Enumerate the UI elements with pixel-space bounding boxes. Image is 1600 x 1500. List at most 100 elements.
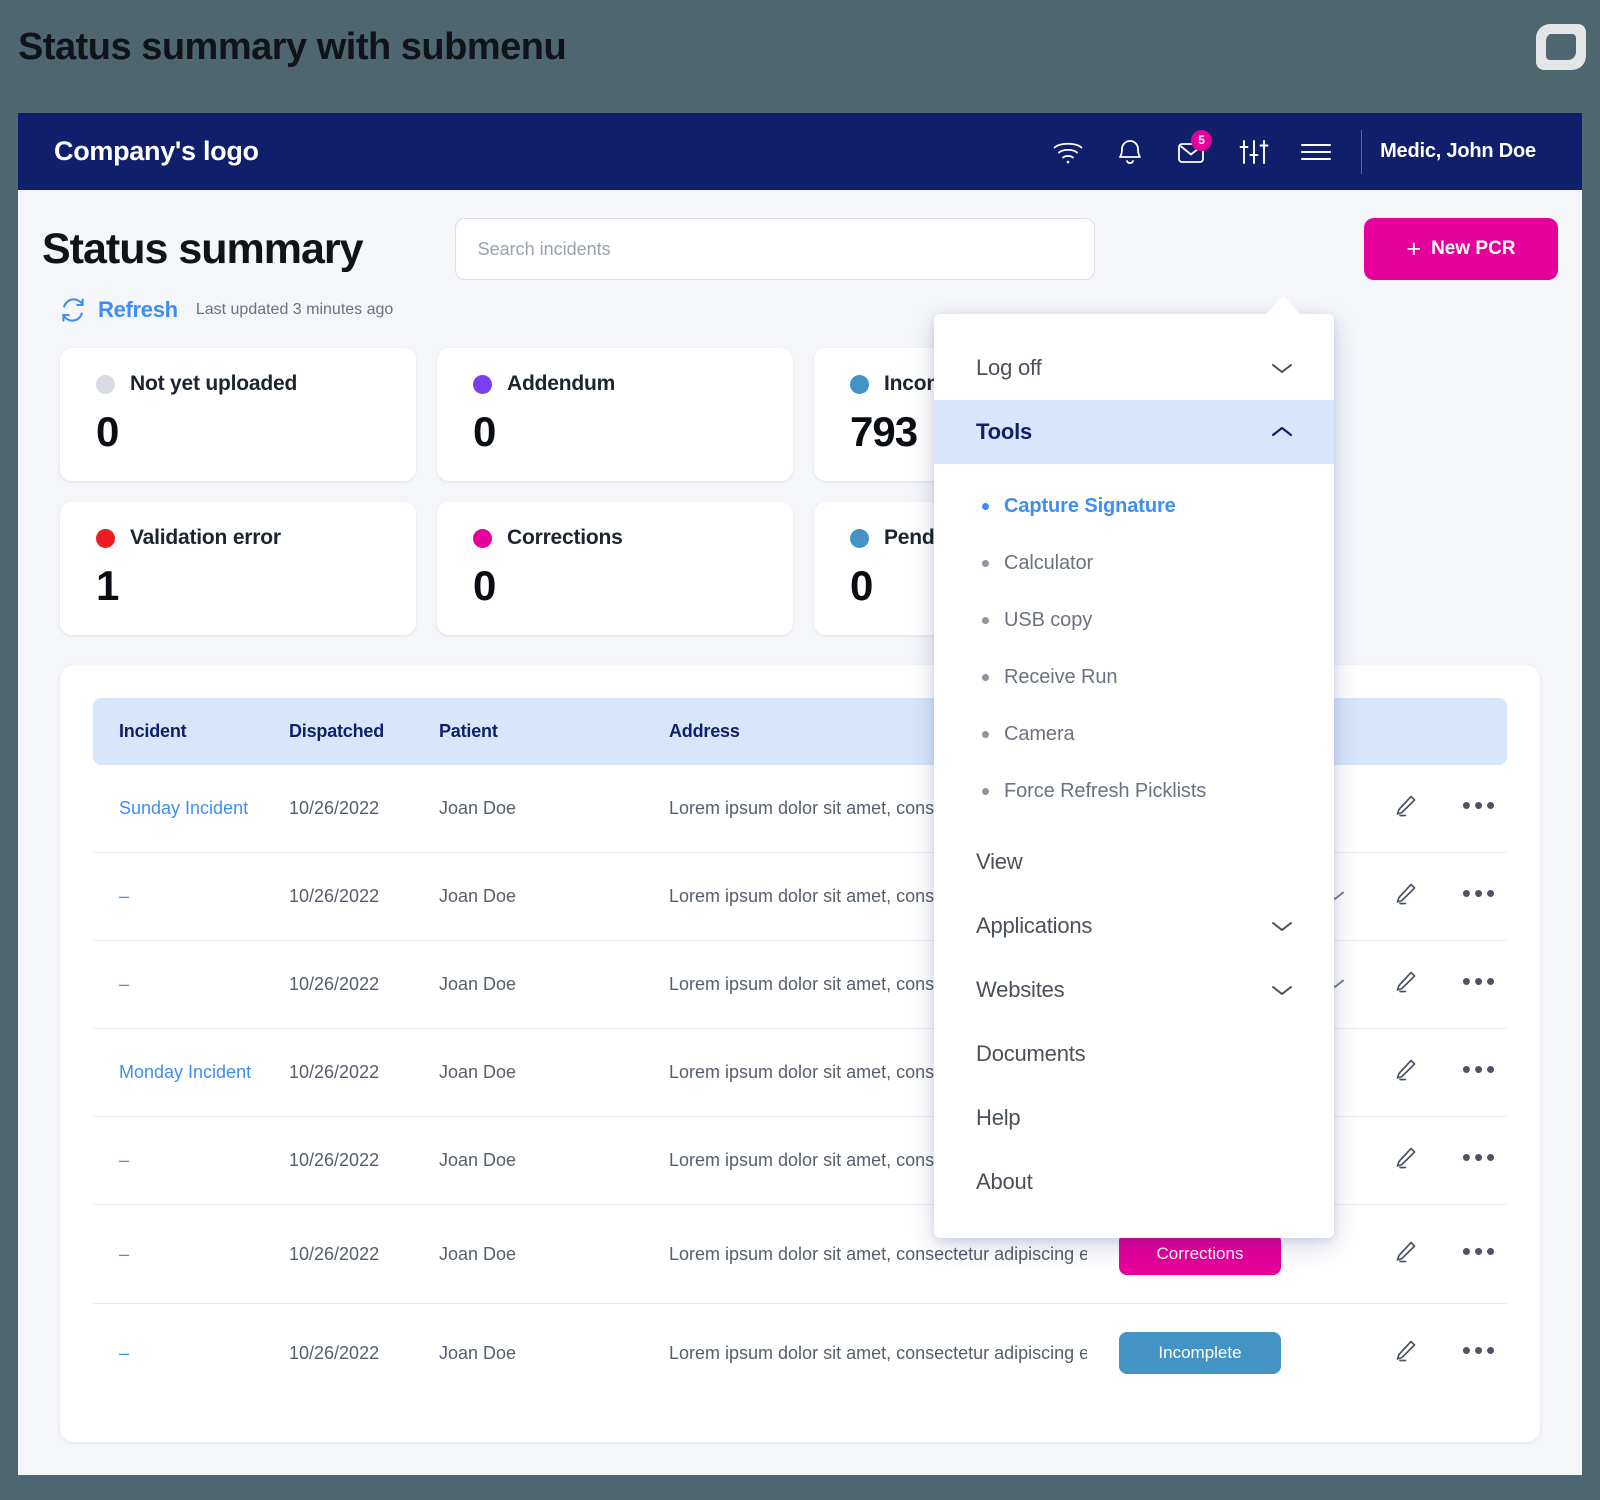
- bell-icon[interactable]: [1099, 129, 1161, 175]
- submenu-item-camera[interactable]: Camera: [934, 706, 1334, 763]
- more-options-icon[interactable]: •••: [1462, 1054, 1498, 1084]
- status-card-label: Addendum: [507, 372, 616, 395]
- mail-icon[interactable]: 5: [1161, 129, 1223, 175]
- chevron-down-icon: [1270, 361, 1294, 375]
- more-options-icon[interactable]: •••: [1462, 878, 1498, 908]
- new-pcr-button[interactable]: + New PCR: [1364, 218, 1558, 280]
- menu-item-label: Websites: [976, 977, 1065, 1002]
- menu-item-documents[interactable]: Documents: [934, 1022, 1334, 1086]
- submenu-item-label: Force Refresh Picklists: [1004, 780, 1207, 802]
- status-card-label: Validation error: [130, 526, 281, 549]
- status-badge[interactable]: Incomplete: [1119, 1332, 1281, 1374]
- cell-edit: [1357, 765, 1427, 853]
- status-dot: [850, 374, 869, 394]
- bullet-icon: [982, 617, 989, 624]
- cell-dispatched: 10/26/2022: [263, 1204, 413, 1304]
- table-row: – 10/26/2022 Joan Doe Lorem ipsum dolor sit…: [93, 1304, 1507, 1403]
- navbar-divider: [1361, 129, 1363, 174]
- refresh-label[interactable]: Refresh: [98, 297, 178, 323]
- submenu-item-receive-run[interactable]: Receive Run: [934, 649, 1334, 706]
- submenu-item-usb-copy[interactable]: USB copy: [934, 592, 1334, 649]
- pencil-icon[interactable]: [1392, 969, 1418, 995]
- cell-patient: Joan Doe: [439, 1342, 517, 1363]
- cell-edit: [1357, 940, 1427, 1029]
- status-card-value: 0: [96, 408, 119, 455]
- more-options-icon[interactable]: •••: [1462, 966, 1498, 996]
- refresh-icon[interactable]: [60, 297, 86, 323]
- submenu-item-capture-signature[interactable]: Capture Signature: [934, 478, 1334, 535]
- status-dot: [473, 528, 492, 548]
- cell-patient: Joan Doe: [413, 1116, 643, 1205]
- menu-item-about[interactable]: About: [934, 1150, 1334, 1214]
- pencil-icon[interactable]: [1392, 1239, 1418, 1265]
- cell-incident[interactable]: Sunday Incident: [93, 765, 263, 853]
- sliders-icon[interactable]: [1223, 129, 1285, 175]
- cell-incident[interactable]: –: [93, 1116, 263, 1205]
- bullet-icon: [982, 788, 989, 795]
- status-card[interactable]: Corrections 0: [437, 502, 793, 635]
- menu-item-applications[interactable]: Applications: [934, 894, 1334, 958]
- cell-incident[interactable]: –: [93, 852, 263, 941]
- submenu-item-force-refresh-picklists[interactable]: Force Refresh Picklists: [934, 763, 1334, 820]
- pencil-icon[interactable]: [1392, 1057, 1418, 1083]
- new-pcr-label: New PCR: [1431, 238, 1516, 259]
- menu-item-tools[interactable]: Tools: [934, 400, 1334, 464]
- cell-edit: [1357, 1028, 1427, 1117]
- pencil-icon[interactable]: [1392, 793, 1418, 819]
- cell-more: •••: [1427, 1304, 1507, 1403]
- hamburger-menu-icon[interactable]: [1285, 129, 1347, 175]
- status-card[interactable]: Not yet uploaded 0: [60, 348, 416, 481]
- slide-header-band: Status summary with submenu: [0, 0, 1600, 113]
- cell-dispatched: 10/26/2022: [263, 1028, 413, 1117]
- cell-dispatched: 10/26/2022: [263, 765, 413, 853]
- menu-item-label: Documents: [976, 1041, 1086, 1066]
- menu-item-label: Log off: [976, 355, 1042, 380]
- pencil-icon[interactable]: [1392, 1338, 1418, 1364]
- cell-incident[interactable]: –: [93, 1304, 263, 1403]
- more-options-icon[interactable]: •••: [1462, 1142, 1498, 1172]
- mail-badge-count: 5: [1191, 129, 1213, 151]
- cell-incident[interactable]: Monday Incident: [93, 1028, 263, 1117]
- cell-more: •••: [1427, 940, 1507, 1029]
- cell-dispatched: 10/26/2022: [289, 1342, 380, 1363]
- status-card[interactable]: Validation error 1: [60, 502, 416, 635]
- cell-incident[interactable]: –: [93, 1204, 263, 1304]
- cell-more: •••: [1427, 1028, 1507, 1117]
- submenu-item-label: Capture Signature: [1004, 495, 1176, 517]
- company-logo[interactable]: Company's logo: [54, 136, 259, 167]
- top-navbar: Company's logo 5 Medic, John Doe: [18, 113, 1582, 190]
- more-options-icon[interactable]: •••: [1462, 790, 1498, 820]
- cell-more: •••: [1427, 1116, 1507, 1205]
- cell-address: Lorem ipsum dolor sit amet, consectetur …: [669, 1342, 1087, 1363]
- status-dot: [96, 528, 115, 548]
- col-header-incident[interactable]: Incident: [93, 698, 263, 765]
- menu-item-help[interactable]: Help: [934, 1086, 1334, 1150]
- more-options-icon[interactable]: •••: [1462, 1335, 1498, 1365]
- menu-item-log-off[interactable]: Log off: [934, 336, 1334, 400]
- more-options-icon[interactable]: •••: [1462, 1236, 1498, 1266]
- wifi-icon[interactable]: [1037, 129, 1099, 175]
- cell-status: Incomplete: [1087, 1304, 1287, 1403]
- status-card-value: 0: [473, 408, 496, 455]
- leaf-mark-logo-icon: [1536, 24, 1586, 70]
- status-badge[interactable]: Corrections: [1119, 1233, 1281, 1275]
- cell-patient: Joan Doe: [413, 852, 643, 941]
- col-header-dispatched[interactable]: Dispatched: [263, 698, 413, 765]
- cell-chevron: [1287, 1304, 1357, 1403]
- user-name-label[interactable]: Medic, John Doe: [1380, 140, 1546, 163]
- menu-item-view[interactable]: View: [934, 830, 1334, 894]
- cell-incident[interactable]: –: [93, 940, 263, 1029]
- col-header-patient[interactable]: Patient: [413, 698, 643, 765]
- status-card-label: Corrections: [507, 526, 623, 549]
- page-content: Status summary + New PCR: [18, 190, 1582, 1442]
- status-card[interactable]: Addendum 0: [437, 348, 793, 481]
- submenu-item-label: Receive Run: [1004, 666, 1118, 688]
- pencil-icon[interactable]: [1392, 881, 1418, 907]
- chevron-up-icon: [1270, 425, 1294, 439]
- bullet-icon: [982, 731, 989, 738]
- search-input[interactable]: [454, 218, 1095, 280]
- pencil-icon[interactable]: [1392, 1145, 1418, 1171]
- search-wrapper: [454, 218, 1095, 280]
- menu-item-websites[interactable]: Websites: [934, 958, 1334, 1022]
- submenu-item-calculator[interactable]: Calculator: [934, 535, 1334, 592]
